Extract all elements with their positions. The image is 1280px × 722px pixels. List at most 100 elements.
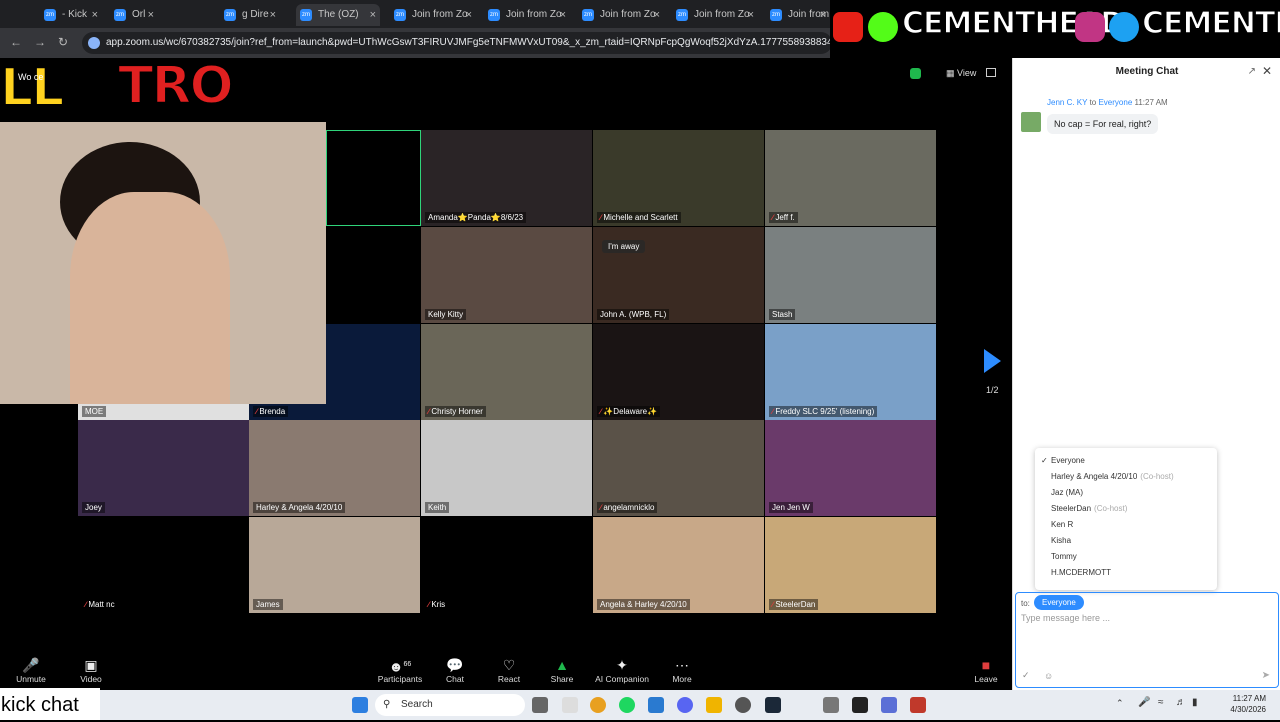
browser-tab[interactable]: zm Join from Zo × bbox=[390, 4, 476, 26]
browser-tab[interactable]: zm Orl × bbox=[110, 4, 158, 26]
popout-icon[interactable]: ↗ bbox=[1248, 66, 1256, 77]
next-page-arrow-icon[interactable] bbox=[984, 349, 1001, 373]
participant-tile[interactable]: Angela & Harley 4/20/10 bbox=[593, 517, 764, 613]
participant-tile[interactable]: ∕ Michelle and Scarlett bbox=[593, 130, 764, 226]
participant-tile[interactable]: Keith bbox=[421, 420, 592, 516]
tab-close-icon[interactable]: × bbox=[148, 4, 154, 26]
back-icon[interactable]: ← bbox=[10, 35, 22, 49]
recipient-option[interactable]: SteelerDan (Co-host) bbox=[1051, 504, 1127, 513]
participant-name: Jeff f. bbox=[775, 213, 795, 222]
participant-name-tag: MOE bbox=[82, 406, 107, 417]
recipient-option[interactable]: Tommy bbox=[1051, 552, 1077, 561]
tray-chevron-icon[interactable]: ⌃ bbox=[1116, 698, 1124, 709]
microphone-icon[interactable]: 🎤 bbox=[1138, 697, 1150, 708]
tab-close-icon[interactable]: × bbox=[370, 4, 376, 26]
participant-tile[interactable]: ∕ Kris bbox=[421, 517, 592, 613]
recipient-option-label: Ken R bbox=[1051, 520, 1074, 529]
leave-button[interactable]: ■ Leave bbox=[956, 656, 1016, 684]
tab-close-icon[interactable]: × bbox=[92, 4, 98, 26]
app-icon[interactable] bbox=[823, 697, 839, 713]
ai-companion-button[interactable]: ✦ AI Companion bbox=[592, 656, 652, 684]
file-icon[interactable] bbox=[562, 697, 578, 713]
participant-tile[interactable]: Stash bbox=[765, 227, 936, 323]
url-field[interactable]: app.zoom.us/wc/670382735/join?ref_from=l… bbox=[82, 32, 832, 54]
recipient-option-label: Everyone bbox=[1051, 456, 1085, 465]
site-info-icon[interactable] bbox=[88, 37, 100, 49]
video-label: Video bbox=[80, 674, 102, 684]
browser-tab[interactable]: zmJoin from Ze× bbox=[766, 4, 830, 26]
participant-name-tag: ∕ Jeff f. bbox=[769, 212, 798, 223]
format-icon[interactable]: ✓ bbox=[1022, 670, 1030, 681]
obs-icon[interactable] bbox=[735, 697, 751, 713]
browser-tab[interactable]: zm g Dire × bbox=[220, 4, 280, 26]
steam-icon[interactable] bbox=[765, 697, 781, 713]
browser-tab[interactable]: zm The (OZ) × bbox=[296, 4, 380, 26]
reload-icon[interactable]: ↻ bbox=[58, 35, 68, 49]
tab-close-icon[interactable]: × bbox=[466, 4, 472, 26]
share-button[interactable]: ▲ Share bbox=[532, 656, 592, 684]
participant-tile[interactable]: Amanda⭐Panda⭐8/6/23 bbox=[421, 130, 592, 226]
participant-tile[interactable]: ∕ angelamnicklo bbox=[593, 420, 764, 516]
emoji-icon[interactable]: ☺ bbox=[1044, 671, 1053, 681]
folder-icon[interactable] bbox=[706, 697, 722, 713]
unmute-button[interactable]: 🎤 Unmute bbox=[1, 656, 61, 684]
recipient-option[interactable]: Jaz (MA) bbox=[1051, 488, 1083, 497]
recipient-option[interactable]: Harley & Angela 4/20/10 (Co-host) bbox=[1051, 472, 1174, 481]
participant-tile[interactable]: ∕ SteelerDan bbox=[765, 517, 936, 613]
more-button[interactable]: ⋯ More bbox=[652, 656, 712, 684]
participant-tile[interactable]: ∕ ✨Delaware✨ bbox=[593, 324, 764, 420]
participant-tile[interactable]: Harley & Angela 4/20/10 bbox=[249, 420, 420, 516]
discord-icon[interactable] bbox=[677, 697, 693, 713]
browser-tab[interactable]: zm Join from Zo × bbox=[578, 4, 664, 26]
recipient-option[interactable]: ✓ Everyone bbox=[1041, 456, 1085, 465]
browser-tab[interactable]: zm Join from Zo × bbox=[672, 4, 758, 26]
react-button[interactable]: ♡ React bbox=[479, 656, 539, 684]
send-icon[interactable]: ➤ bbox=[1262, 670, 1270, 681]
tab-close-icon[interactable]: × bbox=[820, 4, 826, 26]
browser-tab[interactable]: zm - Kick × bbox=[40, 4, 102, 26]
participant-tile[interactable]: Kelly Kitty bbox=[421, 227, 592, 323]
browser-tab[interactable]: zm Join from Zo × bbox=[484, 4, 570, 26]
fullscreen-icon[interactable] bbox=[986, 68, 996, 77]
app-icon[interactable] bbox=[910, 697, 926, 713]
taskbar-search[interactable]: ⚲ Search bbox=[375, 694, 525, 716]
participant-tile[interactable]: ∕ Jeff f. bbox=[765, 130, 936, 226]
chat-message-input[interactable]: Type message here ... bbox=[1021, 613, 1110, 623]
overlay-logo-left: LL bbox=[0, 57, 65, 119]
spotify-icon[interactable] bbox=[619, 697, 635, 713]
tab-close-icon[interactable]: × bbox=[270, 4, 276, 26]
recipient-select[interactable]: Everyone bbox=[1034, 595, 1084, 610]
participant-tile[interactable]: ∕ Christy Horner bbox=[421, 324, 592, 420]
close-icon[interactable]: ✕ bbox=[1262, 64, 1272, 78]
battery-icon[interactable]: ▮ bbox=[1192, 697, 1198, 708]
task-view-icon[interactable] bbox=[532, 697, 548, 713]
participant-tile[interactable]: James bbox=[249, 517, 420, 613]
recipient-option[interactable]: H.MCDERMOTT bbox=[1051, 568, 1111, 577]
chat-button[interactable]: 💬 Chat bbox=[425, 656, 485, 684]
kick-chat-overlay: kick chat bbox=[0, 688, 100, 720]
participant-tile[interactable]: ∕ Matt nc bbox=[78, 517, 249, 613]
windows-start-icon[interactable] bbox=[352, 697, 368, 713]
video-button[interactable]: ▣ Video bbox=[61, 656, 121, 684]
forward-icon[interactable]: → bbox=[34, 35, 46, 49]
wifi-icon[interactable]: ≈ bbox=[1158, 697, 1164, 708]
participant-tile[interactable]: ∕ Freddy SLC 9/25' (listening) bbox=[765, 324, 936, 420]
participant-tile[interactable]: Jen Jen W bbox=[765, 420, 936, 516]
tab-close-icon[interactable]: × bbox=[654, 4, 660, 26]
participants-button[interactable]: ☻66 Participants bbox=[370, 656, 430, 684]
chrome-icon[interactable] bbox=[590, 697, 606, 713]
chat-compose-box[interactable]: to: Everyone Type message here ... ✓ ☺ ➤ bbox=[1015, 592, 1279, 688]
tab-close-icon[interactable]: × bbox=[560, 4, 566, 26]
view-button[interactable]: ▦ View bbox=[946, 68, 976, 79]
more-icon: ⋯ bbox=[675, 657, 689, 673]
taskbar-clock[interactable]: 11:27 AM 4/30/2026 bbox=[1230, 693, 1266, 715]
recipient-option[interactable]: Ken R bbox=[1051, 520, 1073, 529]
volume-icon[interactable]: ♬ bbox=[1176, 697, 1186, 708]
encryption-shield-icon[interactable] bbox=[910, 68, 921, 79]
app-icon[interactable] bbox=[852, 697, 868, 713]
photos-icon[interactable] bbox=[648, 697, 664, 713]
recipient-option[interactable]: Kisha bbox=[1051, 536, 1071, 545]
tab-close-icon[interactable]: × bbox=[748, 4, 754, 26]
app-icon[interactable] bbox=[881, 697, 897, 713]
participant-tile[interactable]: Joey bbox=[78, 420, 249, 516]
